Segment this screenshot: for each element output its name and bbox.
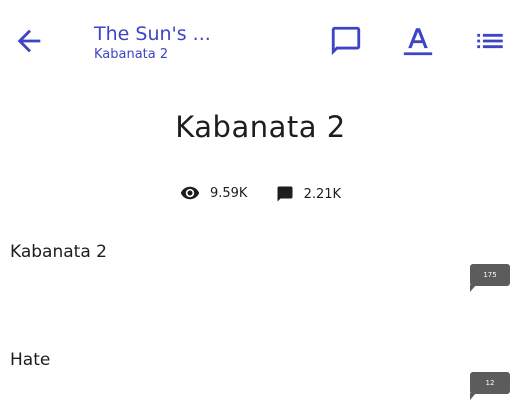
paragraph-comment-count: 12 [470,372,510,394]
chapter-list-button[interactable] [473,24,507,58]
story-title: The Sun's ... [94,23,211,45]
chapter-list-icon [477,33,503,49]
chapter-stats: 9.59K 2.21K [0,183,521,207]
paragraph-comment-count: 175 [470,264,510,286]
paragraph: Kabanata 2 [10,242,107,262]
chapter-title: Kabanata 2 [175,110,346,144]
comments-count: 2.21K [303,186,342,202]
app-bar: The Sun's ... Kabanata 2 [0,0,521,84]
comment-bubble-tail [470,285,476,292]
comment-bubble-tail [470,393,476,400]
comment-filled-icon [277,186,293,202]
paragraph-comment-button[interactable]: 12 [470,372,510,402]
comments-button[interactable] [329,24,363,58]
chapter-subtitle: Kabanata 2 [94,47,169,62]
title-block: The Sun's ... Kabanata 2 [94,22,211,64]
views-stat: 9.59K [180,183,247,203]
comments-stat: 2.21K [276,185,341,203]
font-settings-button[interactable] [401,24,435,58]
paragraph: Hate [10,350,51,370]
arrow-back-icon [17,29,41,53]
eye-icon [180,186,200,200]
paragraph-comment-button[interactable]: 175 [470,264,510,294]
views-count: 9.59K [209,185,248,201]
back-button[interactable] [12,24,46,58]
comment-icon [331,26,361,56]
font-settings-icon [403,28,433,56]
